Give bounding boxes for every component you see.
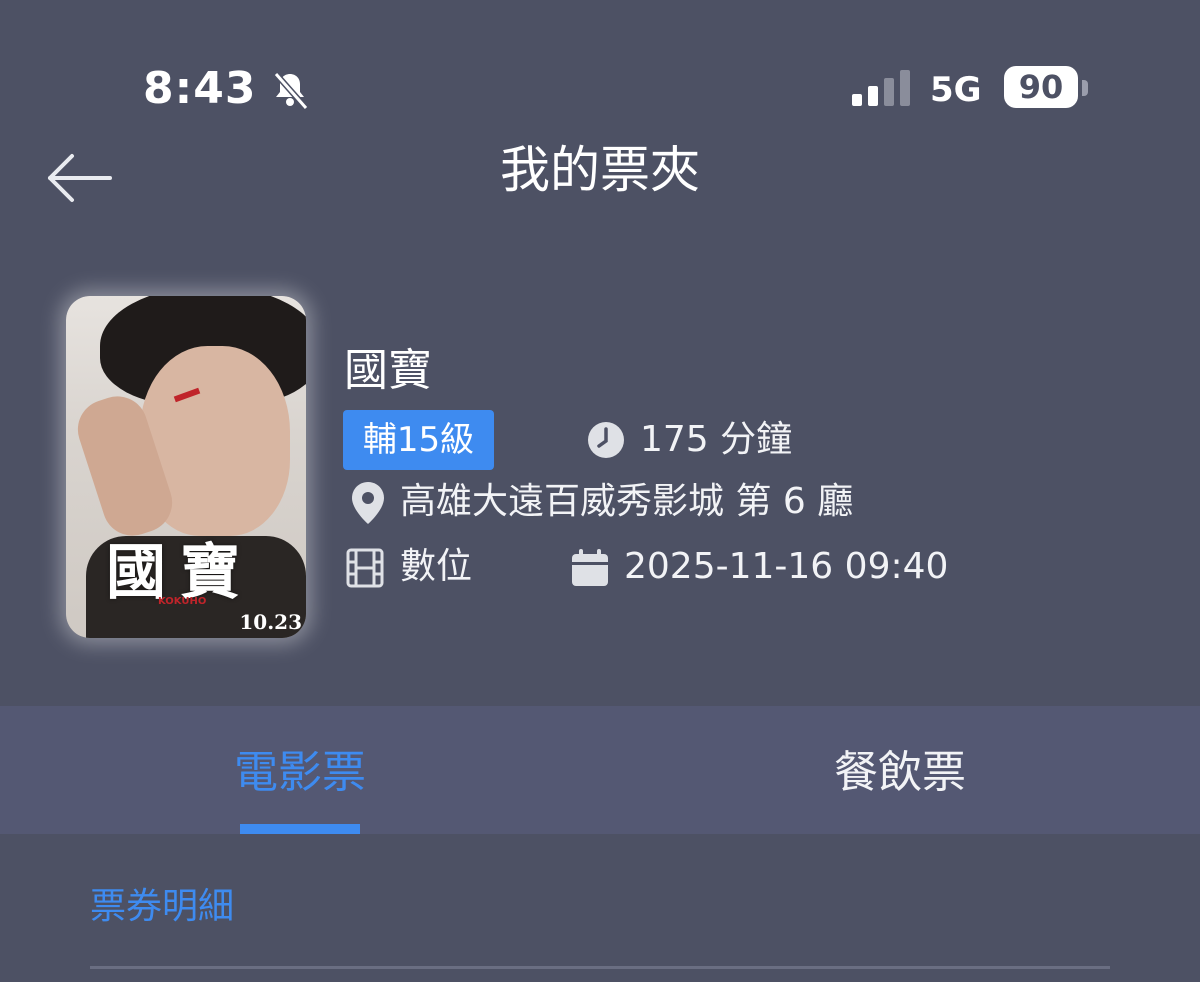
calendar-icon <box>572 549 608 586</box>
battery-tip <box>1082 80 1088 96</box>
status-time: 8:43 <box>143 63 257 114</box>
clock-icon <box>588 422 624 458</box>
section-divider <box>90 966 1110 969</box>
showtime: 2025-11-16 09:40 <box>624 546 949 587</box>
movie-format: 數位 <box>400 546 473 587</box>
cinema-location: 高雄大遠百威秀影城 第 6 廳 <box>400 481 854 522</box>
poster-date: 10.23 <box>239 610 302 634</box>
ticket-details-heading: 票券明細 <box>90 886 235 927</box>
network-type: 5G <box>930 70 982 110</box>
tab-food-tickets[interactable]: 餐飲票 <box>600 706 1200 834</box>
rating-badge: 輔15級 <box>343 410 494 470</box>
movie-duration: 175 分鐘 <box>640 419 793 460</box>
active-tab-indicator <box>240 824 360 834</box>
status-bar: 8:43 5G 90 <box>0 0 1200 130</box>
poster-english-title: KOKUHO <box>158 596 207 607</box>
page-title: 我的票夾 <box>500 141 700 199</box>
location-pin-icon <box>352 482 384 524</box>
ticket-tabs: 電影票 餐飲票 <box>0 706 1200 834</box>
battery-icon: 90 <box>1004 66 1078 108</box>
movie-poster: 國寶 KOKUHO 10.23 <box>66 296 306 638</box>
bell-slash-icon <box>273 72 309 110</box>
film-icon <box>346 548 384 588</box>
tab-movie-tickets[interactable]: 電影票 <box>0 706 600 834</box>
movie-title: 國寶 <box>344 345 432 396</box>
signal-icon <box>852 70 910 106</box>
